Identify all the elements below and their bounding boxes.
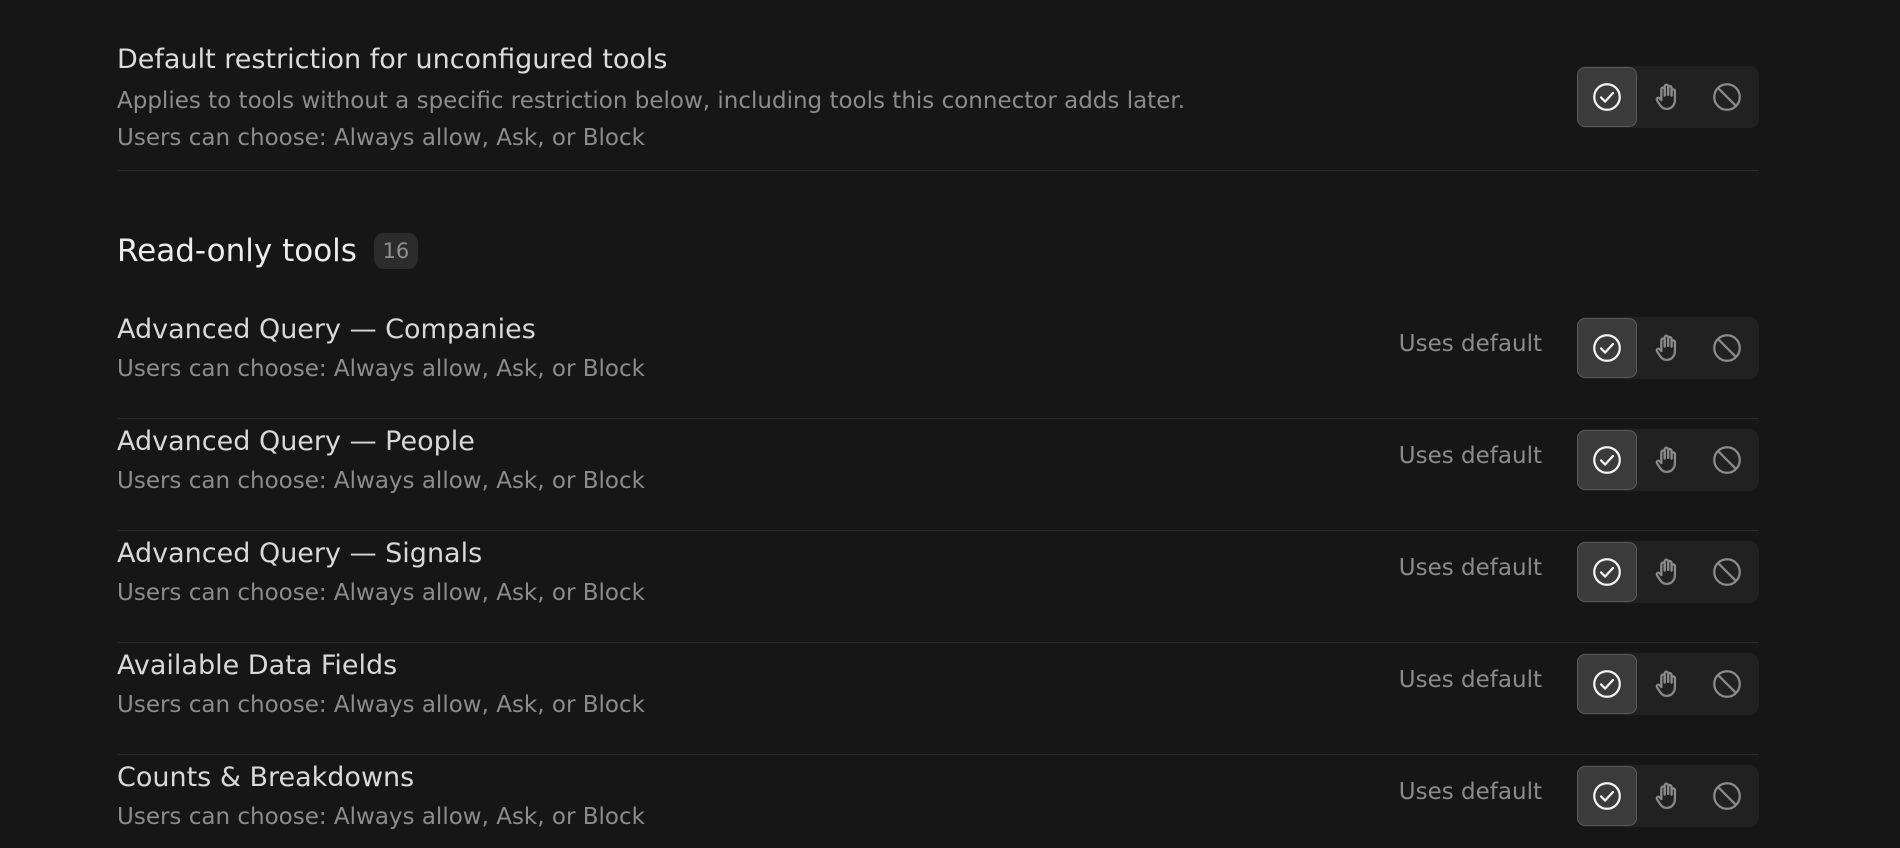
- tool-permissions-page: Default restriction for unconfigured too…: [0, 0, 1900, 848]
- block-icon: [1710, 667, 1744, 701]
- hand-icon: [1650, 80, 1684, 114]
- block-icon: [1710, 331, 1744, 365]
- hand-icon: [1650, 555, 1684, 589]
- ask-option-button[interactable]: [1637, 766, 1697, 826]
- ask-option-button[interactable]: [1637, 318, 1697, 378]
- block-icon: [1710, 80, 1744, 114]
- block-option-button[interactable]: [1697, 318, 1757, 378]
- tool-segmented-control: [1577, 653, 1759, 715]
- check-circle-icon: [1590, 667, 1624, 701]
- check-circle-icon: [1590, 331, 1624, 365]
- tool-choices-text: Users can choose: Always allow, Ask, or …: [117, 692, 645, 718]
- default-restriction-title: Default restriction for unconfigured too…: [117, 44, 668, 75]
- default-restriction-segmented-control: [1577, 66, 1759, 128]
- allow-option-button[interactable]: [1577, 542, 1637, 602]
- tool-choices-text: Users can choose: Always allow, Ask, or …: [117, 580, 645, 606]
- tool-name: Counts & Breakdowns: [117, 762, 415, 793]
- check-circle-icon: [1590, 443, 1624, 477]
- uses-default-label: Uses default: [1398, 667, 1542, 693]
- section-title: Read-only tools: [117, 233, 357, 269]
- tool-choices-text: Users can choose: Always allow, Ask, or …: [117, 804, 645, 830]
- check-circle-icon: [1590, 779, 1624, 813]
- allow-option-button[interactable]: [1577, 766, 1637, 826]
- ask-option-button[interactable]: [1637, 430, 1697, 490]
- tool-row: Available Data Fields Users can choose: …: [117, 643, 1759, 755]
- block-option-button[interactable]: [1697, 542, 1757, 602]
- tool-choices-text: Users can choose: Always allow, Ask, or …: [117, 356, 645, 382]
- ask-option-button[interactable]: [1637, 654, 1697, 714]
- hand-icon: [1650, 667, 1684, 701]
- tool-segmented-control: [1577, 317, 1759, 379]
- block-option-button[interactable]: [1697, 654, 1757, 714]
- uses-default-label: Uses default: [1398, 443, 1542, 469]
- allow-option-button[interactable]: [1577, 67, 1637, 127]
- check-circle-icon: [1590, 80, 1624, 114]
- read-only-tools-header: Read-only tools 16: [117, 171, 1759, 307]
- uses-default-label: Uses default: [1398, 555, 1542, 581]
- ask-option-button[interactable]: [1637, 542, 1697, 602]
- tool-segmented-control: [1577, 429, 1759, 491]
- uses-default-label: Uses default: [1398, 331, 1542, 357]
- default-restriction-choices: Users can choose: Always allow, Ask, or …: [117, 125, 645, 151]
- hand-icon: [1650, 779, 1684, 813]
- tool-name: Advanced Query — Signals: [117, 538, 483, 569]
- hand-icon: [1650, 331, 1684, 365]
- tool-name: Advanced Query — Companies: [117, 314, 536, 345]
- block-option-button[interactable]: [1697, 766, 1757, 826]
- permissions-content: Default restriction for unconfigured too…: [117, 0, 1759, 848]
- tool-segmented-control: [1577, 541, 1759, 603]
- default-restriction-row: Default restriction for unconfigured too…: [117, 0, 1759, 171]
- tool-list: Advanced Query — Companies Users can cho…: [117, 307, 1759, 848]
- uses-default-label: Uses default: [1398, 779, 1542, 805]
- tool-count-badge: 16: [373, 233, 418, 269]
- tool-row: Counts & Breakdowns Users can choose: Al…: [117, 755, 1759, 848]
- allow-option-button[interactable]: [1577, 430, 1637, 490]
- tool-name: Available Data Fields: [117, 650, 398, 681]
- block-option-button[interactable]: [1697, 67, 1757, 127]
- tool-choices-text: Users can choose: Always allow, Ask, or …: [117, 468, 645, 494]
- tool-segmented-control: [1577, 765, 1759, 827]
- section-title-group: Read-only tools 16: [117, 233, 418, 269]
- ask-option-button[interactable]: [1637, 67, 1697, 127]
- default-restriction-description: Applies to tools without a specific rest…: [117, 88, 1186, 114]
- tool-name: Advanced Query — People: [117, 426, 475, 457]
- hand-icon: [1650, 443, 1684, 477]
- block-icon: [1710, 555, 1744, 589]
- block-icon: [1710, 443, 1744, 477]
- check-circle-icon: [1590, 555, 1624, 589]
- block-option-button[interactable]: [1697, 430, 1757, 490]
- block-icon: [1710, 779, 1744, 813]
- allow-option-button[interactable]: [1577, 654, 1637, 714]
- tool-row: Advanced Query — People Users can choose…: [117, 419, 1759, 531]
- tool-row: Advanced Query — Signals Users can choos…: [117, 531, 1759, 643]
- allow-option-button[interactable]: [1577, 318, 1637, 378]
- tool-row: Advanced Query — Companies Users can cho…: [117, 307, 1759, 419]
